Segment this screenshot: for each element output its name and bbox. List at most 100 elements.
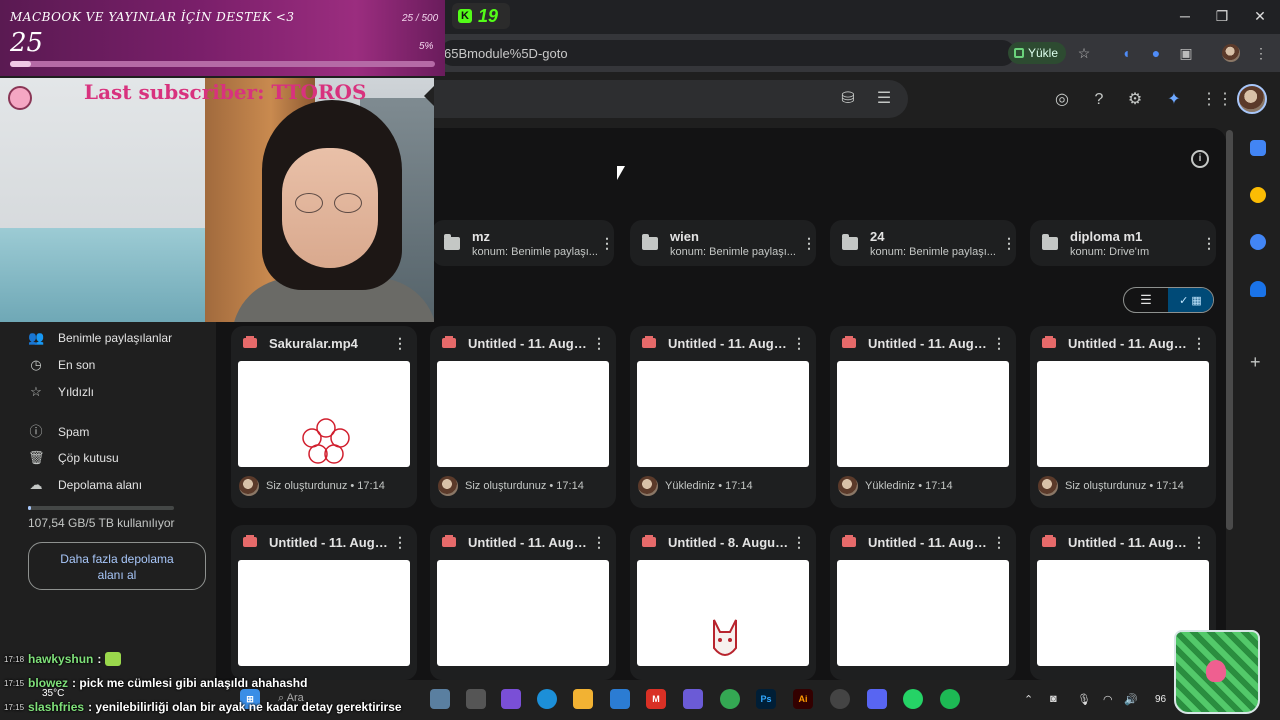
heart-icon — [1206, 660, 1226, 682]
account-avatar[interactable] — [1237, 84, 1267, 114]
folder-card[interactable]: 24 konum: Benimle paylaşı... ⋮ — [830, 220, 1016, 266]
spotify-icon[interactable] — [940, 689, 960, 709]
chat-message: 17:15 blowez : pick me cümlesi gibi anla… — [4, 676, 307, 690]
illustrator-icon[interactable]: Ai — [793, 689, 813, 709]
photoshop-icon[interactable]: Ps — [756, 689, 776, 709]
edge-icon[interactable] — [537, 689, 557, 709]
profile-avatar[interactable] — [1222, 44, 1240, 62]
app-icon[interactable] — [683, 689, 703, 709]
more-options-icon[interactable]: ⋮ — [592, 535, 606, 549]
buy-storage-button[interactable]: Daha fazla depolama alanı al — [28, 542, 206, 590]
task-view-icon[interactable] — [466, 689, 486, 709]
more-options-icon[interactable]: ⋮ — [1192, 336, 1206, 350]
more-options-icon[interactable]: ⋮ — [992, 336, 1006, 350]
goal-title: MACBOOK VE YAYINLAR İÇİN DESTEK <3 — [10, 10, 295, 24]
maximize-button[interactable]: ❐ — [1212, 8, 1232, 25]
sidebar-item-spam[interactable]: ⓘ Spam — [28, 422, 89, 442]
settings-gear-icon[interactable]: ⚙ — [1125, 90, 1145, 110]
file-card[interactable]: Untitled - 11. Augus... ⋮ — [231, 525, 417, 680]
extensions-puzzle-icon[interactable]: ▣ — [1177, 44, 1195, 62]
tasks-icon[interactable] — [1250, 234, 1266, 250]
minimize-button[interactable]: ─ — [1175, 8, 1195, 24]
taskbar-widget-icon[interactable] — [430, 689, 450, 709]
search-bar[interactable] — [430, 80, 908, 118]
extension-shield-icon[interactable]: ● — [1147, 44, 1165, 62]
file-card[interactable]: Sakuralar.mp4 ⋮ Siz oluşturdunuz • 17:14 — [231, 326, 417, 508]
file-card[interactable]: Untitled - 11. Augus... ⋮ Siz oluşturdunu… — [1030, 326, 1216, 508]
list-view-icon[interactable]: ☰ — [1124, 288, 1168, 312]
sidebar-item-recent[interactable]: ◷ En son — [28, 355, 95, 375]
address-bar[interactable]: 65Bmodule%5D-goto — [440, 40, 1015, 66]
view-toggle[interactable]: ☰ ✓ ▦ — [1123, 287, 1214, 313]
more-options-icon[interactable]: ⋮ — [1192, 535, 1206, 549]
calendar-icon[interactable] — [1250, 140, 1266, 156]
grid-view-icon[interactable]: ✓ ▦ — [1168, 288, 1213, 312]
more-options-icon[interactable]: ⋮ — [792, 336, 806, 350]
file-card[interactable]: Untitled - 11. Augus... ⋮ Yüklediniz • 17… — [630, 326, 816, 508]
keep-icon[interactable] — [1250, 187, 1266, 203]
more-options-icon[interactable]: ⋮ — [792, 535, 806, 549]
discord-icon[interactable] — [867, 689, 887, 709]
more-options-icon[interactable]: ⋮ — [393, 336, 407, 350]
bookmark-star-icon[interactable]: ☆ — [1075, 44, 1093, 62]
apps-grid-icon[interactable]: ⋮⋮ — [1201, 90, 1233, 110]
file-card[interactable]: Untitled - 11. Augus... ⋮ — [430, 525, 616, 680]
chat-user: blowez — [28, 676, 69, 690]
sidebar-item-starred[interactable]: ☆ Yıldızlı — [28, 382, 94, 402]
chat-message: 17:15 slashfries : yenilebilirliği olan … — [4, 700, 402, 714]
sidebar-item-storage[interactable]: ☁ Depolama alanı — [28, 475, 143, 495]
offline-check-icon[interactable]: ◎ — [1052, 90, 1072, 110]
whatsapp-icon[interactable] — [903, 689, 923, 709]
sidebar-item-shared[interactable]: 👥 Benimle paylaşılanlar — [28, 328, 172, 348]
read-aloud-icon[interactable]: ◖ — [1117, 44, 1135, 62]
upload-button[interactable]: Yükle — [1008, 42, 1066, 64]
webcam-feed — [0, 78, 434, 322]
more-options-icon[interactable]: ⋮ — [1202, 236, 1216, 250]
chrome-icon[interactable] — [720, 689, 740, 709]
chat-text: : — [97, 652, 102, 666]
gemini-sparkle-icon[interactable]: ✦ — [1164, 90, 1184, 110]
add-addon-icon[interactable]: + — [1250, 352, 1261, 373]
search-options-icon[interactable]: ⛁ — [838, 89, 858, 109]
tray-chevron-icon[interactable]: ⌃ — [1024, 693, 1033, 706]
folder-card[interactable]: mz konum: Benimle paylaşı... ⋮ — [432, 220, 614, 266]
volume-icon[interactable]: 🔊 — [1124, 693, 1138, 706]
more-options-icon[interactable]: ⋮ — [1002, 236, 1016, 250]
video-file-icon — [1042, 535, 1056, 547]
sidebar-item-trash[interactable]: 🗑 Çöp kutusu — [28, 448, 119, 468]
browser-menu-icon[interactable]: ⋮ — [1252, 44, 1270, 62]
sidebar-item-label: Spam — [58, 425, 90, 439]
filter-sliders-icon[interactable]: ☰ — [874, 89, 894, 109]
folder-card[interactable]: wien konum: Benimle paylaşı... ⋮ — [630, 220, 816, 266]
more-options-icon[interactable]: ⋮ — [600, 236, 614, 250]
folder-card[interactable]: diploma m1 konum: Drive'ım ⋮ — [1030, 220, 1216, 266]
more-options-icon[interactable]: ⋮ — [992, 535, 1006, 549]
folder-name: wien — [670, 228, 699, 244]
more-options-icon[interactable]: ⋮ — [393, 535, 407, 549]
microphone-icon[interactable]: 🎙 — [1077, 693, 1091, 706]
more-options-icon[interactable]: ⋮ — [802, 236, 816, 250]
file-card[interactable]: Untitled - 11. Augus... ⋮ — [830, 525, 1016, 680]
obs-icon[interactable] — [830, 689, 850, 709]
close-button[interactable]: ✕ — [1250, 8, 1270, 25]
video-file-icon — [442, 535, 456, 547]
file-card[interactable]: Untitled - 11. Augus... ⋮ Yüklediniz • 17… — [830, 326, 1016, 508]
wifi-icon[interactable]: ◠ — [1103, 693, 1113, 706]
help-icon[interactable]: ? — [1089, 90, 1109, 110]
outlook-icon[interactable] — [610, 689, 630, 709]
tray-discord-icon[interactable]: ◙ — [1050, 693, 1057, 705]
file-card[interactable]: Untitled - 8. August... ⋮ — [630, 525, 816, 680]
gmail-icon[interactable]: M — [646, 689, 666, 709]
file-card[interactable]: Untitled - 11. Augus... ⋮ Siz oluşturdunu… — [430, 326, 616, 508]
details-info-icon[interactable]: i — [1191, 150, 1209, 168]
file-meta: Siz oluşturdunuz • 17:14 — [266, 480, 385, 492]
file-thumbnail — [437, 361, 609, 467]
contacts-icon[interactable] — [1250, 281, 1266, 297]
scrollbar[interactable] — [1226, 130, 1233, 530]
more-options-icon[interactable]: ⋮ — [592, 336, 606, 350]
copilot-icon[interactable] — [501, 689, 521, 709]
video-file-icon — [1042, 336, 1056, 348]
sidebar-item-label: Benimle paylaşılanlar — [58, 331, 173, 345]
file-explorer-icon[interactable] — [573, 689, 593, 709]
kick-extension-badge[interactable]: K 19 — [452, 3, 510, 29]
